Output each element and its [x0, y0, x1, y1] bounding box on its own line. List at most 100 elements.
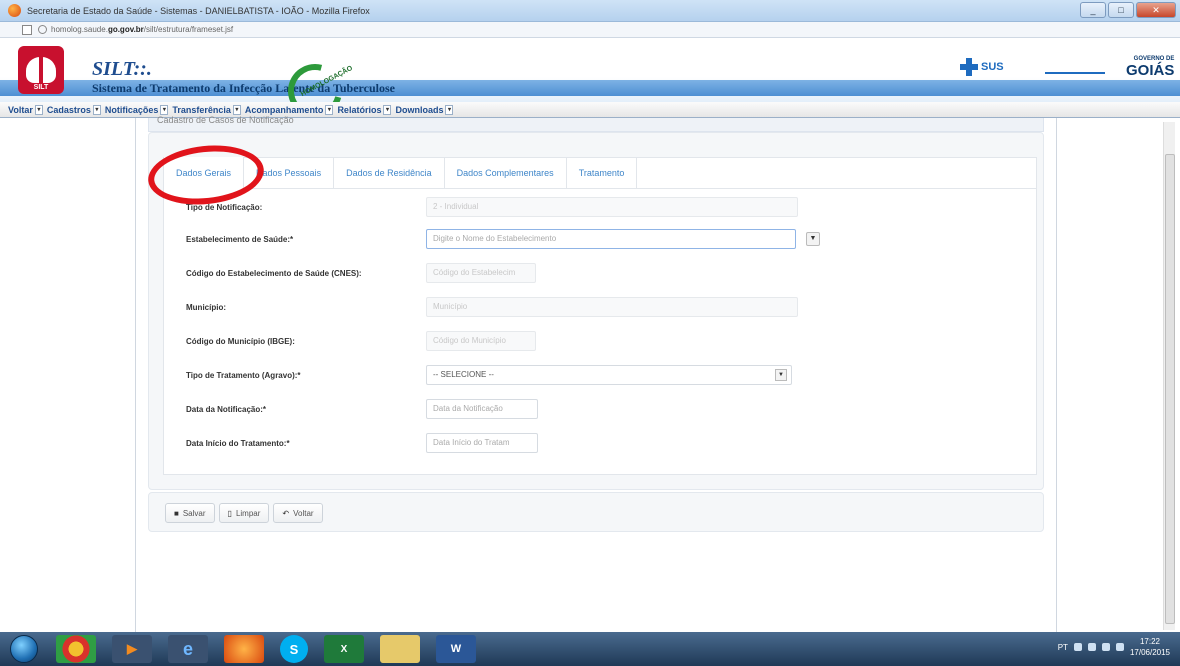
skype-icon[interactable]: S: [280, 635, 308, 663]
volume-icon[interactable]: [1101, 643, 1110, 651]
row-cnes: Código do Estabelecimento de Saúde (CNES…: [186, 263, 536, 283]
menu-label: Notificações: [104, 104, 159, 115]
left-panel: [0, 118, 136, 632]
chevron-down-icon[interactable]: ▼: [806, 232, 820, 246]
ses-logo: [1045, 62, 1105, 74]
row-tipo-notificacao: Tipo de Notificação: 2 - Individual: [186, 197, 798, 217]
chevron-down-icon: ▾: [34, 104, 43, 115]
menu-voltar[interactable]: Voltar ▾: [8, 104, 43, 115]
internet-explorer-icon[interactable]: e: [168, 635, 208, 663]
vertical-scrollbar[interactable]: [1163, 122, 1175, 630]
url-suffix: /silt/estrutura/frameset.jsf: [143, 25, 234, 34]
save-label: Salvar: [182, 508, 206, 518]
row-data-inicio: Data Início do Tratamento:* Data Início …: [186, 433, 538, 453]
tratamento-select[interactable]: -- SELECIONE -- ▼: [426, 365, 792, 385]
windows-taskbar: ▶ e S X W PT 17:22 17/06/2015: [0, 632, 1180, 666]
menu-acompanhamento[interactable]: Acompanhamento ▾: [245, 104, 334, 115]
folder-icon[interactable]: [380, 635, 420, 663]
tab-tratamento[interactable]: Tratamento: [567, 157, 638, 189]
tab-bar: Dados Gerais Dados Pessoais Dados de Res…: [163, 157, 1037, 189]
scroll-thumb[interactable]: [1165, 154, 1175, 624]
sus-label: SUS: [981, 61, 1004, 73]
menu-cadastros[interactable]: Cadastros ▾: [46, 104, 101, 115]
battery-icon[interactable]: [1115, 643, 1124, 651]
back-arrow-icon: ↶: [282, 508, 290, 518]
menu-notificacoes[interactable]: Notificações ▾: [104, 104, 169, 115]
right-panel: [1056, 118, 1180, 632]
menu-label: Downloads: [395, 104, 444, 115]
tab-dados-gerais[interactable]: Dados Gerais: [164, 157, 245, 189]
clear-button[interactable]: ▯ Limpar: [218, 503, 270, 523]
ibge-field: Código do Município: [426, 331, 536, 351]
goias-logo: GOVERNO DE GOIÁS: [1126, 56, 1174, 79]
content-frame: Cadastro de Casos de Notificação Dados G…: [138, 115, 1054, 632]
sus-cross-icon: [960, 58, 978, 76]
panel-heading: Cadastro de Casos de Notificação: [148, 115, 1044, 132]
data-notificacao-input[interactable]: Data da Notificação: [426, 399, 538, 419]
clock[interactable]: 17:22 17/06/2015: [1130, 636, 1170, 658]
chevron-down-icon: ▾: [232, 104, 241, 115]
menu-label: Cadastros: [46, 104, 91, 115]
label-estabelecimento: Estabelecimento de Saúde:*: [186, 234, 294, 244]
chrome-icon[interactable]: [56, 635, 96, 663]
menu-transferencia[interactable]: Transferência ▾: [172, 104, 241, 115]
chevron-down-icon: ▾: [325, 104, 334, 115]
document-icon: ▯: [227, 508, 232, 518]
row-ibge: Código do Município (IBGE): Código do Mu…: [186, 331, 536, 351]
word-icon[interactable]: W: [436, 635, 476, 663]
firefox-icon: [8, 4, 21, 17]
window-controls: _ □ ✕: [1080, 2, 1176, 18]
network-icon[interactable]: [1073, 643, 1082, 651]
logo-tag: SILT: [33, 84, 49, 91]
label-municipio: Município:: [186, 302, 226, 312]
save-button[interactable]: ■ Salvar: [165, 503, 215, 523]
url-text[interactable]: homolog.saude.go.gov.br/silt/estrutura/f…: [51, 25, 233, 34]
menu-label: Voltar: [8, 104, 33, 115]
sus-logo: SUS: [960, 58, 1004, 76]
label-ibge: Código do Município (IBGE):: [186, 336, 295, 346]
label-tipo-notificacao: Tipo de Notificação:: [186, 202, 263, 212]
flag-icon[interactable]: [1087, 643, 1096, 651]
firefox-taskbar-icon[interactable]: [224, 635, 264, 663]
clock-time: 17:22: [1139, 637, 1160, 646]
maximize-button[interactable]: □: [1108, 2, 1134, 18]
action-bar: ■ Salvar ▯ Limpar ↶ Voltar: [148, 492, 1044, 532]
municipio-field: Município: [426, 297, 798, 317]
menu-relatorios[interactable]: Relatórios ▾: [337, 104, 392, 115]
page-icon: [22, 24, 32, 35]
window-titlebar: Secretaria de Estado da Saúde - Sistemas…: [0, 0, 1180, 22]
media-player-icon[interactable]: ▶: [112, 635, 152, 663]
menu-downloads[interactable]: Downloads ▾: [395, 104, 454, 115]
minimize-button[interactable]: _: [1080, 2, 1106, 18]
language-indicator[interactable]: PT: [1058, 643, 1068, 652]
address-bar[interactable]: homolog.saude.go.gov.br/silt/estrutura/f…: [0, 22, 1180, 38]
system-tray: PT 17:22 17/06/2015: [1058, 636, 1170, 658]
row-estabelecimento: Estabelecimento de Saúde:* Digite o Nome…: [186, 229, 820, 249]
estabelecimento-input[interactable]: Digite o Nome do Estabelecimento: [426, 229, 796, 249]
chevron-down-icon: ▾: [92, 104, 101, 115]
excel-icon[interactable]: X: [324, 635, 364, 663]
app-header: SILT SILT::. Sistema de Tratamento da In…: [0, 38, 1180, 128]
url-domain: go.gov.br: [107, 25, 144, 34]
cnes-field: Código do Estabelecim: [426, 263, 536, 283]
label-cnes: Código do Estabelecimento de Saúde (CNES…: [186, 268, 362, 278]
chevron-down-icon: ▾: [445, 104, 454, 115]
tab-dados-complementares[interactable]: Dados Complementares: [445, 157, 567, 189]
back-label: Voltar: [293, 508, 314, 518]
close-button[interactable]: ✕: [1136, 2, 1176, 18]
tab-dados-residencia[interactable]: Dados de Residência: [334, 157, 445, 189]
tab-dados-pessoais[interactable]: Dados Pessoais: [244, 157, 335, 189]
start-button[interactable]: [10, 635, 38, 663]
save-icon: ■: [174, 508, 179, 518]
back-button[interactable]: ↶ Voltar: [273, 503, 323, 523]
clear-label: Limpar: [235, 508, 261, 518]
gov-big: GOIÁS: [1126, 62, 1175, 79]
app-acronym: SILT::.: [92, 58, 152, 80]
silt-logo: SILT: [18, 46, 64, 94]
button-group: ■ Salvar ▯ Limpar ↶ Voltar: [165, 503, 323, 523]
app-fullname: Sistema de Tratamento da Infecção Latent…: [92, 81, 395, 95]
data-inicio-input[interactable]: Data Início do Tratam: [426, 433, 538, 453]
menu-label: Transferência: [172, 104, 231, 115]
window-title: Secretaria de Estado da Saúde - Sistemas…: [27, 5, 370, 16]
form-body: Tipo de Notificação: 2 - Individual Esta…: [163, 189, 1037, 475]
